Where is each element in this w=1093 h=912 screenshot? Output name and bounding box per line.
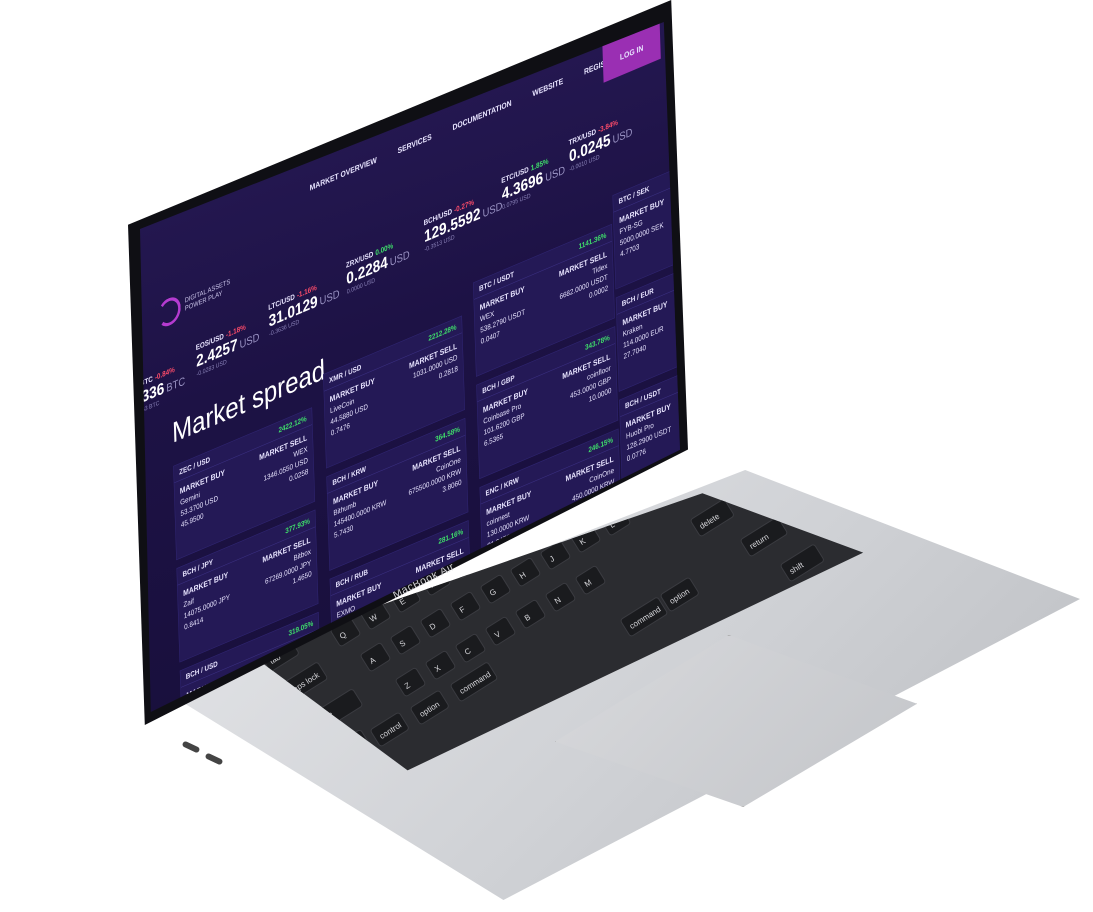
key-d[interactable]: D bbox=[420, 608, 451, 638]
ticker-item[interactable]: ZRX/USD0.00% 0.2284USD 0.0000 USD bbox=[346, 234, 410, 296]
key-delete[interactable]: delete bbox=[690, 499, 735, 537]
ticker-item[interactable]: EOS/USD-1.18% 2.4257USD -0.0283 USD bbox=[196, 317, 260, 378]
key-x[interactable]: X bbox=[425, 650, 456, 680]
key-a[interactable]: A bbox=[360, 642, 391, 672]
key-m[interactable]: M bbox=[575, 565, 606, 595]
logo[interactable]: DIGITAL ASSETS POWER PLAY bbox=[157, 272, 230, 331]
key-h[interactable]: H bbox=[510, 557, 541, 587]
key-c[interactable]: C bbox=[455, 633, 486, 663]
ticker-item[interactable]: LTC/USD-1.16% 31.0129USD -0.3636 USD bbox=[268, 273, 340, 338]
ticker-item[interactable]: BCH/USD-0.27% 129.5592USD -0.3513 USD bbox=[424, 186, 503, 253]
key-j[interactable]: J bbox=[540, 540, 571, 570]
ticker-item[interactable]: H/BTC-0.84% 0336BTC .0063 BTC bbox=[140, 361, 186, 417]
key-option-right[interactable]: option bbox=[660, 577, 699, 612]
key-f[interactable]: F bbox=[450, 591, 481, 621]
key-z[interactable]: Z bbox=[395, 667, 426, 697]
key-g[interactable]: G bbox=[480, 574, 511, 604]
key-k[interactable]: K bbox=[570, 523, 601, 553]
key-option[interactable]: option bbox=[410, 690, 449, 725]
top-nav: MARKET OVERVIEW SERVICES DOCUMENTATION W… bbox=[306, 38, 622, 208]
key-n[interactable]: N bbox=[545, 582, 576, 612]
ticker-item[interactable]: TRX/USD-3.84% 0.0245USD -0.0010 USD bbox=[569, 112, 633, 174]
usb-c-port bbox=[204, 752, 224, 766]
key-command-right[interactable]: command bbox=[620, 597, 668, 637]
logo-icon bbox=[157, 293, 182, 331]
key-return[interactable]: return bbox=[740, 517, 788, 557]
usb-c-port bbox=[181, 740, 201, 754]
key-command[interactable]: command bbox=[450, 662, 498, 702]
ticker-item[interactable]: ETC/USD1.85% 4.3696USD 0.0795 USD bbox=[501, 150, 565, 211]
key-v[interactable]: V bbox=[485, 616, 516, 646]
key-s[interactable]: S bbox=[390, 625, 421, 655]
key-control[interactable]: control bbox=[370, 712, 409, 747]
key-b[interactable]: B bbox=[515, 599, 546, 629]
